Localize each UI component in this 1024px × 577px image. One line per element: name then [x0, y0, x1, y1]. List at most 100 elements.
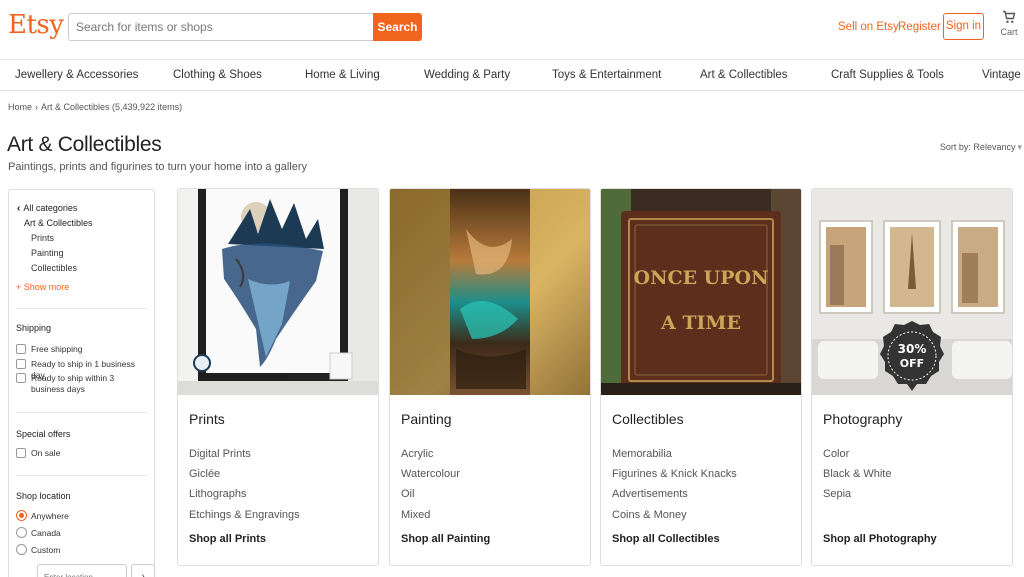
shipping-heading: Shipping	[16, 323, 52, 333]
checkbox-box[interactable]	[16, 359, 26, 369]
nav-jewellery-accessories[interactable]: Jewellery & Accessories	[15, 69, 138, 81]
card-link-giclee[interactable]: Giclée	[189, 468, 220, 480]
breadcrumb: Home › Art & Collectibles (5,439,922 items…	[8, 102, 182, 112]
show-more-link[interactable]: + Show more	[16, 282, 69, 292]
subcategory-collectibles[interactable]: Collectibles	[31, 263, 77, 273]
nav-art-collectibles[interactable]: Art & Collectibles	[700, 69, 788, 81]
site-header: Etsy Search Sell on Etsy Register Sign i…	[0, 0, 1024, 60]
card-title[interactable]: Painting	[401, 411, 452, 427]
prints-image[interactable]	[178, 189, 378, 395]
category-nav: Jewellery & Accessories Clothing & Shoes…	[0, 60, 1024, 91]
all-categories-link[interactable]: ‹ All categories	[17, 203, 77, 214]
radio-label: Custom	[31, 545, 61, 555]
card-link-lithographs[interactable]: Lithographs	[189, 488, 247, 500]
breadcrumb-home[interactable]: Home	[8, 102, 32, 112]
radio-label: Canada	[31, 528, 61, 538]
location-submit-button[interactable]: ›	[131, 564, 155, 577]
caret-down-icon: ▾	[1017, 142, 1022, 152]
location-input[interactable]	[37, 564, 127, 577]
special-offers-heading: Special offers	[16, 429, 71, 439]
location-custom-radio[interactable]: Custom	[16, 544, 148, 556]
register-link[interactable]: Register	[898, 21, 941, 33]
location-canada-radio[interactable]: Canada	[16, 527, 148, 539]
breadcrumb-current: Art & Collectibles (5,439,922 items)	[41, 102, 183, 112]
checkbox-label: Free shipping	[31, 344, 83, 354]
breadcrumb-separator-icon: ›	[35, 102, 39, 112]
cart-button[interactable]: Cart	[998, 10, 1020, 37]
etsy-logo[interactable]: Etsy	[8, 10, 64, 40]
card-link-acrylic[interactable]: Acrylic	[401, 448, 433, 460]
card-link-color[interactable]: Color	[823, 448, 849, 460]
nav-home-living[interactable]: Home & Living	[305, 69, 380, 81]
sort-label: Sort by: Relevancy	[939, 142, 1016, 152]
category-card-painting[interactable]: Painting Acrylic Watercolour Oil Mixed S…	[389, 188, 591, 566]
card-link-memorabilia[interactable]: Memorabilia	[612, 448, 672, 460]
radio-label: Anywhere	[31, 511, 69, 521]
search-button[interactable]: Search	[373, 13, 422, 41]
collectibles-image[interactable]: ONCE UPON A TIME	[601, 189, 801, 395]
card-title[interactable]: Photography	[823, 411, 902, 427]
page-subtitle: Paintings, prints and figurines to turn …	[8, 161, 307, 173]
photography-image[interactable]: 30% OFF	[812, 189, 1012, 395]
sell-on-etsy-link[interactable]: Sell on Etsy	[838, 21, 899, 33]
nav-clothing-shoes[interactable]: Clothing & Shoes	[173, 69, 262, 81]
card-link-coins-money[interactable]: Coins & Money	[612, 509, 687, 521]
card-link-etchings[interactable]: Etchings & Engravings	[189, 509, 300, 521]
subcategory-painting[interactable]: Painting	[31, 248, 64, 258]
card-link-mixed[interactable]: Mixed	[401, 509, 430, 521]
search-bar: Search	[68, 13, 422, 41]
category-card-photography[interactable]: 30% OFF Photography Color Black & White …	[811, 188, 1013, 566]
card-link-oil[interactable]: Oil	[401, 488, 414, 500]
cart-icon	[1003, 10, 1016, 23]
checkbox-box[interactable]	[16, 448, 26, 458]
filter-sidebar: ‹ All categories Art & Collectibles Print…	[8, 189, 155, 577]
badge-percent: 30%	[898, 342, 927, 356]
category-card-prints[interactable]: Prints Digital Prints Giclée Lithographs…	[177, 188, 379, 566]
cart-label: Cart	[1000, 27, 1018, 37]
divider	[16, 475, 147, 476]
all-categories-label: All categories	[23, 203, 78, 213]
free-shipping-checkbox[interactable]: Free shipping	[16, 344, 148, 355]
sign-in-button[interactable]: Sign in	[943, 13, 984, 40]
card-link-sepia[interactable]: Sepia	[823, 488, 851, 500]
on-sale-checkbox[interactable]: On sale	[16, 448, 148, 459]
shop-all-collectibles-link[interactable]: Shop all Collectibles	[612, 533, 720, 545]
badge-off: OFF	[900, 357, 924, 370]
book-title-line-1: ONCE UPON	[634, 267, 769, 289]
painting-image[interactable]	[390, 189, 590, 395]
shop-all-painting-link[interactable]: Shop all Painting	[401, 533, 490, 545]
search-input[interactable]	[68, 13, 373, 41]
checkbox-label: Ready to ship within 3 business days	[31, 373, 115, 394]
checkbox-box[interactable]	[16, 344, 26, 354]
radio[interactable]	[16, 544, 27, 555]
checkbox-box[interactable]	[16, 373, 26, 383]
divider	[16, 308, 147, 309]
sort-dropdown[interactable]: Sort by: Relevancy ▾	[940, 142, 1022, 153]
location-anywhere-radio[interactable]: Anywhere	[16, 510, 148, 522]
nav-craft-supplies-tools[interactable]: Craft Supplies & Tools	[831, 69, 944, 81]
shop-all-photography-link[interactable]: Shop all Photography	[823, 533, 937, 545]
current-category[interactable]: Art & Collectibles	[24, 218, 93, 228]
card-link-digital-prints[interactable]: Digital Prints	[189, 448, 251, 460]
card-link-figurines[interactable]: Figurines & Knick Knacks	[612, 468, 737, 480]
ship-3-days-checkbox[interactable]: Ready to ship within 3 business days	[16, 373, 148, 395]
card-link-advertisements[interactable]: Advertisements	[612, 488, 688, 500]
radio[interactable]	[16, 527, 27, 538]
page-title: Art & Collectibles	[7, 133, 162, 156]
radio-selected[interactable]	[16, 510, 27, 521]
card-title[interactable]: Prints	[189, 411, 225, 427]
card-link-watercolour[interactable]: Watercolour	[401, 468, 460, 480]
category-card-collectibles[interactable]: ONCE UPON A TIME Collectibles Memorabili…	[600, 188, 802, 566]
checkbox-label: On sale	[31, 448, 61, 458]
card-title[interactable]: Collectibles	[612, 411, 684, 427]
card-link-black-white[interactable]: Black & White	[823, 468, 891, 480]
nav-wedding-party[interactable]: Wedding & Party	[424, 69, 510, 81]
shop-location-heading: Shop location	[16, 491, 71, 501]
nav-toys-entertainment[interactable]: Toys & Entertainment	[552, 69, 661, 81]
subcategory-prints[interactable]: Prints	[31, 233, 54, 243]
shop-all-prints-link[interactable]: Shop all Prints	[189, 533, 266, 545]
book-title-line-2: A TIME	[660, 312, 741, 334]
chevron-left-icon: ‹	[17, 203, 21, 214]
divider	[16, 412, 147, 413]
nav-vintage[interactable]: Vintage	[982, 69, 1021, 81]
